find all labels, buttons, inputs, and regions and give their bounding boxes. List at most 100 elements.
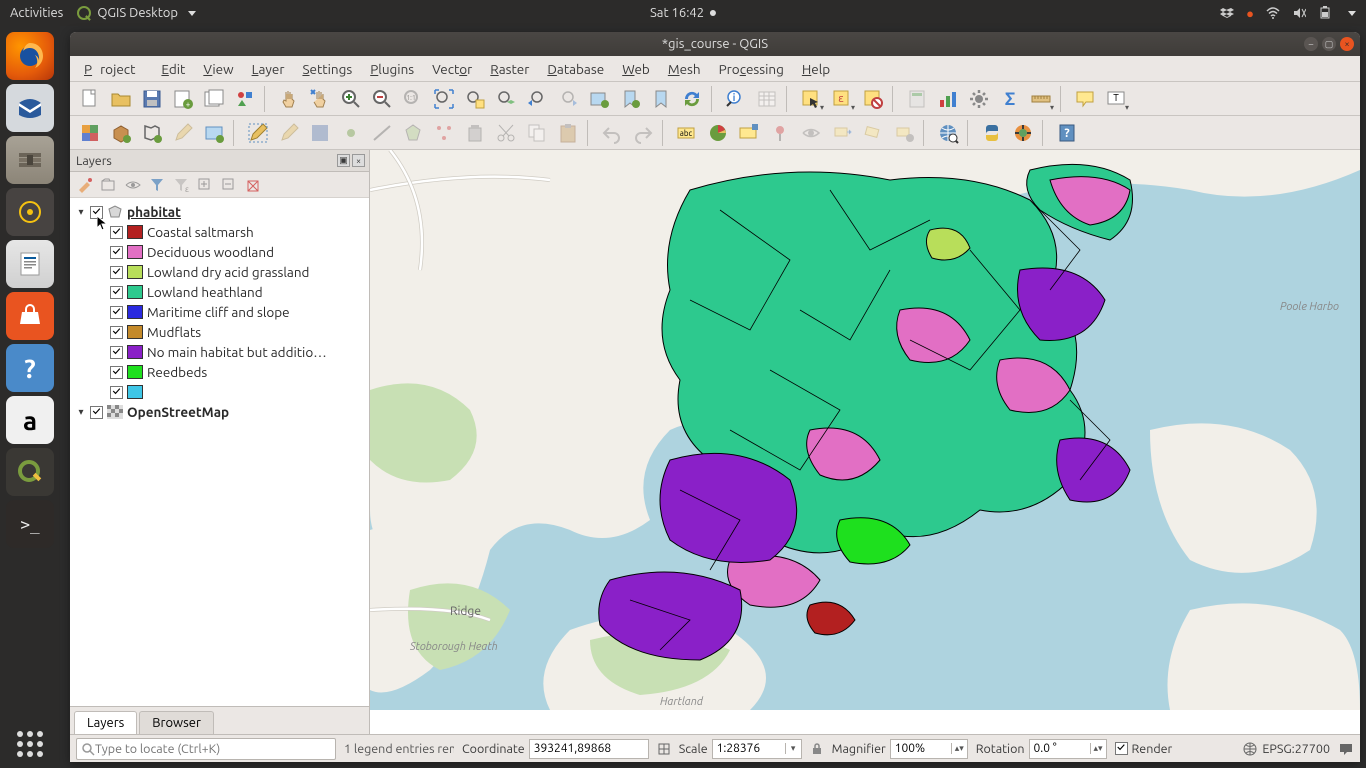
clock[interactable]: Sat 16:42 bbox=[650, 6, 716, 20]
pin-label-button[interactable] bbox=[766, 119, 794, 147]
measure-button[interactable]: ▾ bbox=[1027, 85, 1055, 113]
toolbox-button[interactable] bbox=[965, 85, 993, 113]
new-geopackage-button[interactable] bbox=[107, 119, 135, 147]
zoom-selection-button[interactable] bbox=[461, 85, 489, 113]
menu-project[interactable]: Project bbox=[76, 58, 151, 80]
legend-item[interactable]: Mudflats bbox=[72, 322, 367, 342]
layout-manager-button[interactable] bbox=[200, 85, 228, 113]
expand-icon[interactable]: ▾ bbox=[76, 206, 86, 218]
launcher-thunderbird[interactable] bbox=[6, 84, 54, 132]
activities-button[interactable]: Activities bbox=[10, 6, 63, 20]
layer-visibility-checkbox[interactable] bbox=[90, 206, 103, 219]
scale-combo[interactable]: ▾ bbox=[712, 739, 802, 759]
manage-visibility-icon[interactable] bbox=[124, 176, 142, 194]
zoom-last-button[interactable] bbox=[523, 85, 551, 113]
collapse-all-icon[interactable] bbox=[220, 176, 238, 194]
layer-openstreetmap[interactable]: ▾ OpenStreetMap bbox=[72, 402, 367, 422]
legend-item[interactable]: No main habitat but additio… bbox=[72, 342, 367, 362]
undo-button[interactable] bbox=[598, 119, 626, 147]
launcher-help[interactable]: ? bbox=[6, 344, 54, 392]
menu-web[interactable]: Web bbox=[614, 58, 658, 80]
vertex-tool-button[interactable] bbox=[430, 119, 458, 147]
pan-button[interactable] bbox=[275, 85, 303, 113]
save-edits-button[interactable] bbox=[306, 119, 334, 147]
save-project-button[interactable] bbox=[138, 85, 166, 113]
menu-vector[interactable]: Vector bbox=[424, 58, 480, 80]
zoom-full-button[interactable] bbox=[430, 85, 458, 113]
class-checkbox[interactable] bbox=[110, 286, 123, 299]
lock-scale-icon[interactable] bbox=[810, 742, 824, 756]
map-tips-button[interactable] bbox=[1071, 85, 1099, 113]
menu-database[interactable]: Database bbox=[539, 58, 612, 80]
style-icon[interactable] bbox=[76, 176, 94, 194]
open-project-button[interactable] bbox=[107, 85, 135, 113]
system-tray[interactable]: ● bbox=[1220, 6, 1356, 21]
menu-raster[interactable]: Raster bbox=[482, 58, 537, 80]
zoom-out-button[interactable] bbox=[368, 85, 396, 113]
copy-button[interactable] bbox=[523, 119, 551, 147]
menu-settings[interactable]: Settings bbox=[294, 58, 360, 80]
close-panel-button[interactable]: × bbox=[352, 154, 365, 167]
menu-help[interactable]: Help bbox=[794, 58, 838, 80]
help-contents-button[interactable]: ? bbox=[1053, 119, 1081, 147]
class-checkbox[interactable] bbox=[110, 246, 123, 259]
refresh-button[interactable] bbox=[678, 85, 706, 113]
edit-pencil-button[interactable] bbox=[275, 119, 303, 147]
statistics-button[interactable] bbox=[934, 85, 962, 113]
select-features-button[interactable]: ▾ bbox=[797, 85, 825, 113]
class-checkbox[interactable] bbox=[110, 386, 123, 399]
launcher-writer[interactable] bbox=[6, 240, 54, 288]
change-label-button[interactable] bbox=[890, 119, 918, 147]
launcher-show-apps[interactable] bbox=[6, 720, 54, 768]
legend-item[interactable]: Maritime cliff and slope bbox=[72, 302, 367, 322]
undock-panel-button[interactable]: ▣ bbox=[337, 154, 350, 167]
add-group-icon[interactable] bbox=[100, 176, 118, 194]
paste-button[interactable] bbox=[554, 119, 582, 147]
crs-icon[interactable] bbox=[1242, 741, 1258, 757]
new-map-view-button[interactable] bbox=[585, 85, 613, 113]
identify-button[interactable]: i bbox=[722, 85, 750, 113]
legend-item[interactable]: Coastal saltmarsh bbox=[72, 222, 367, 242]
new-project-button[interactable] bbox=[76, 85, 104, 113]
expand-icon[interactable]: ▾ bbox=[76, 406, 86, 418]
deselect-button[interactable] bbox=[859, 85, 887, 113]
legend-item[interactable] bbox=[72, 382, 367, 402]
menu-layer[interactable]: Layer bbox=[244, 58, 293, 80]
legend-item[interactable]: Lowland dry acid grassland bbox=[72, 262, 367, 282]
zoom-native-button[interactable]: 1:1 bbox=[399, 85, 427, 113]
show-hide-label-button[interactable] bbox=[797, 119, 825, 147]
tab-browser[interactable]: Browser bbox=[139, 711, 214, 734]
messages-icon[interactable] bbox=[1338, 741, 1354, 757]
layer-tree[interactable]: ▾ phabitat Coastal saltmarsh Deciduous w… bbox=[70, 198, 369, 706]
field-calculator-button[interactable] bbox=[903, 85, 931, 113]
toggle-editing-button[interactable] bbox=[169, 119, 197, 147]
legend-item[interactable]: Deciduous woodland bbox=[72, 242, 367, 262]
new-shapefile-button[interactable] bbox=[138, 119, 166, 147]
launcher-software[interactable] bbox=[6, 292, 54, 340]
select-by-value-button[interactable]: ε▾ bbox=[828, 85, 856, 113]
rotate-label-button[interactable] bbox=[859, 119, 887, 147]
cut-button[interactable] bbox=[492, 119, 520, 147]
coordinate-field[interactable] bbox=[529, 739, 649, 759]
pan-to-selection-button[interactable] bbox=[306, 85, 334, 113]
tab-layers[interactable]: Layers bbox=[74, 711, 137, 734]
zoom-in-button[interactable] bbox=[337, 85, 365, 113]
highlight-label-button[interactable] bbox=[735, 119, 763, 147]
expand-all-icon[interactable] bbox=[196, 176, 214, 194]
metasearch-button[interactable] bbox=[934, 119, 962, 147]
open-attribute-table-button[interactable] bbox=[753, 85, 781, 113]
render-checkbox[interactable] bbox=[1115, 742, 1128, 755]
crs-label[interactable]: EPSG:27700 bbox=[1262, 742, 1330, 756]
remove-layer-icon[interactable] bbox=[244, 176, 262, 194]
legend-item[interactable]: Reedbeds bbox=[72, 362, 367, 382]
launcher-qgis[interactable] bbox=[6, 448, 54, 496]
zoom-next-button[interactable] bbox=[554, 85, 582, 113]
magnifier-spinbox[interactable]: ▴▾ bbox=[890, 739, 968, 759]
map-canvas[interactable]: Poole Harbo Arne Ridge Stoborough Heath … bbox=[370, 150, 1360, 734]
python-console-button[interactable] bbox=[978, 119, 1006, 147]
app-indicator[interactable]: QGIS Desktop bbox=[77, 6, 196, 20]
menu-processing[interactable]: Processing bbox=[711, 58, 792, 80]
launcher-amazon[interactable]: a bbox=[6, 396, 54, 444]
class-checkbox[interactable] bbox=[110, 226, 123, 239]
legend-item[interactable]: Lowland heathland bbox=[72, 282, 367, 302]
